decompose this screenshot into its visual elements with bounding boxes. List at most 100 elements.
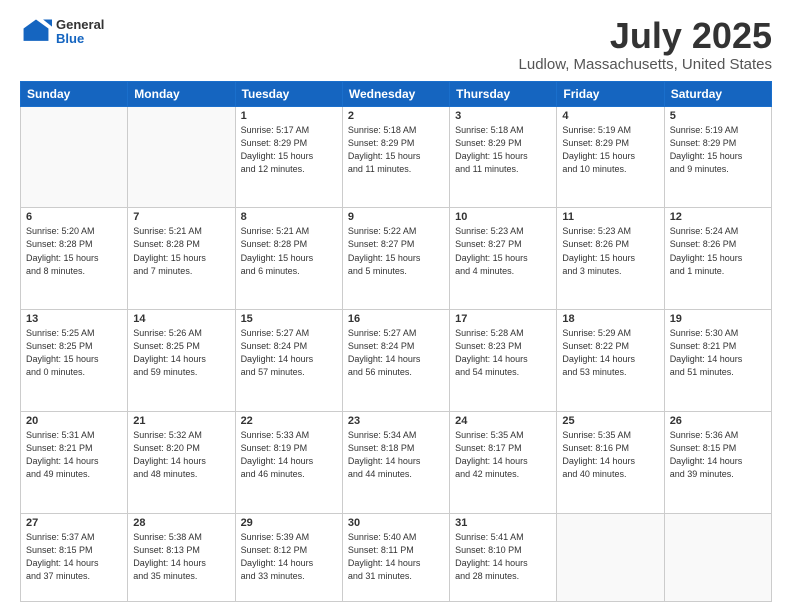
table-row: 26 Sunrise: 5:36 AMSunset: 8:15 PMDayligh… [664,412,771,514]
day-number: 17 [455,313,551,325]
logo: General Blue [20,16,104,48]
col-saturday: Saturday [664,81,771,106]
calendar-header-row: Sunday Monday Tuesday Wednesday Thursday… [21,81,772,106]
table-row [128,106,235,208]
day-number: 5 [670,110,766,122]
day-info: Sunrise: 5:40 AMSunset: 8:11 PMDaylight:… [348,531,444,583]
day-info: Sunrise: 5:21 AMSunset: 8:28 PMDaylight:… [133,225,229,277]
table-row: 16Sunrise: 5:27 AMSunset: 8:24 PMDayligh… [342,310,449,412]
day-number: 31 [455,517,551,529]
table-row: 7 Sunrise: 5:21 AMSunset: 8:28 PMDaylight… [128,208,235,310]
day-number: 14 [133,313,229,325]
table-row: 9 Sunrise: 5:22 AMSunset: 8:27 PMDaylight… [342,208,449,310]
logo-icon [20,16,52,48]
day-info: Sunrise: 5:41 AMSunset: 8:10 PMDaylight:… [455,531,551,583]
day-info: Sunrise: 5:19 AMSunset: 8:29 PMDaylight:… [562,124,658,176]
day-info: Sunrise: 5:27 AMSunset: 8:24 PMDaylight:… [241,327,337,379]
table-row: 5 Sunrise: 5:19 AMSunset: 8:29 PMDaylight… [664,106,771,208]
day-info: Sunrise: 5:29 AMSunset: 8:22 PMDaylight:… [562,327,658,379]
day-number: 19 [670,313,766,325]
day-number: 28 [133,517,229,529]
day-number: 6 [26,211,122,223]
logo-text: General Blue [56,18,104,47]
day-info: Sunrise: 5:32 AMSunset: 8:20 PMDaylight:… [133,429,229,481]
day-info: Sunrise: 5:30 AMSunset: 8:21 PMDaylight:… [670,327,766,379]
day-info: Sunrise: 5:38 AMSunset: 8:13 PMDaylight:… [133,531,229,583]
day-number: 1 [241,110,337,122]
table-row: 21 Sunrise: 5:32 AMSunset: 8:20 PMDayligh… [128,412,235,514]
col-sunday: Sunday [21,81,128,106]
table-row: 8 Sunrise: 5:21 AMSunset: 8:28 PMDaylight… [235,208,342,310]
day-info: Sunrise: 5:37 AMSunset: 8:15 PMDaylight:… [26,531,122,583]
table-row: 12 Sunrise: 5:24 AMSunset: 8:26 PMDayligh… [664,208,771,310]
table-row: 3Sunrise: 5:18 AMSunset: 8:29 PMDaylight… [450,106,557,208]
day-number: 8 [241,211,337,223]
day-info: Sunrise: 5:39 AMSunset: 8:12 PMDaylight:… [241,531,337,583]
table-row: 2 Sunrise: 5:18 AMSunset: 8:29 PMDaylight… [342,106,449,208]
table-row [21,106,128,208]
logo-general: General [56,18,104,32]
table-row [557,513,664,601]
day-info: Sunrise: 5:26 AMSunset: 8:25 PMDaylight:… [133,327,229,379]
table-row: 25 Sunrise: 5:35 AMSunset: 8:16 PMDayligh… [557,412,664,514]
table-row: 10 Sunrise: 5:23 AMSunset: 8:27 PMDayligh… [450,208,557,310]
day-info: Sunrise: 5:33 AMSunset: 8:19 PMDaylight:… [241,429,337,481]
title-location: Ludlow, Massachusetts, United States [519,56,772,73]
day-number: 11 [562,211,658,223]
col-thursday: Thursday [450,81,557,106]
day-info: Sunrise: 5:35 AMSunset: 8:17 PMDaylight:… [455,429,551,481]
day-number: 21 [133,415,229,427]
day-number: 26 [670,415,766,427]
day-number: 16 [348,313,444,325]
header: General Blue July 2025 Ludlow, Massachus… [20,16,772,73]
day-info: Sunrise: 5:23 AMSunset: 8:27 PMDaylight:… [455,225,551,277]
day-info: Sunrise: 5:35 AMSunset: 8:16 PMDaylight:… [562,429,658,481]
calendar-table: Sunday Monday Tuesday Wednesday Thursday… [20,81,772,602]
col-tuesday: Tuesday [235,81,342,106]
day-info: Sunrise: 5:17 AMSunset: 8:29 PMDaylight:… [241,124,337,176]
table-row: 23 Sunrise: 5:34 AMSunset: 8:18 PMDayligh… [342,412,449,514]
day-info: Sunrise: 5:36 AMSunset: 8:15 PMDaylight:… [670,429,766,481]
table-row: 15Sunrise: 5:27 AMSunset: 8:24 PMDayligh… [235,310,342,412]
table-row: 4Sunrise: 5:19 AMSunset: 8:29 PMDaylight… [557,106,664,208]
day-number: 18 [562,313,658,325]
day-info: Sunrise: 5:21 AMSunset: 8:28 PMDaylight:… [241,225,337,277]
day-number: 30 [348,517,444,529]
day-number: 25 [562,415,658,427]
day-info: Sunrise: 5:23 AMSunset: 8:26 PMDaylight:… [562,225,658,277]
day-info: Sunrise: 5:18 AMSunset: 8:29 PMDaylight:… [348,124,444,176]
day-info: Sunrise: 5:24 AMSunset: 8:26 PMDaylight:… [670,225,766,277]
day-info: Sunrise: 5:19 AMSunset: 8:29 PMDaylight:… [670,124,766,176]
day-number: 20 [26,415,122,427]
table-row: 13Sunrise: 5:25 AMSunset: 8:25 PMDayligh… [21,310,128,412]
col-friday: Friday [557,81,664,106]
table-row: 31 Sunrise: 5:41 AMSunset: 8:10 PMDayligh… [450,513,557,601]
page: General Blue July 2025 Ludlow, Massachus… [0,0,792,612]
day-number: 10 [455,211,551,223]
col-monday: Monday [128,81,235,106]
day-number: 24 [455,415,551,427]
table-row [664,513,771,601]
table-row: 19 Sunrise: 5:30 AMSunset: 8:21 PMDayligh… [664,310,771,412]
day-number: 23 [348,415,444,427]
table-row: 14 Sunrise: 5:26 AMSunset: 8:25 PMDayligh… [128,310,235,412]
table-row: 20Sunrise: 5:31 AMSunset: 8:21 PMDayligh… [21,412,128,514]
title-block: July 2025 Ludlow, Massachusetts, United … [519,16,772,73]
day-number: 13 [26,313,122,325]
day-number: 27 [26,517,122,529]
day-info: Sunrise: 5:34 AMSunset: 8:18 PMDaylight:… [348,429,444,481]
day-number: 9 [348,211,444,223]
day-number: 7 [133,211,229,223]
day-info: Sunrise: 5:22 AMSunset: 8:27 PMDaylight:… [348,225,444,277]
logo-blue: Blue [56,32,104,46]
table-row: 28 Sunrise: 5:38 AMSunset: 8:13 PMDayligh… [128,513,235,601]
day-number: 12 [670,211,766,223]
table-row: 24 Sunrise: 5:35 AMSunset: 8:17 PMDayligh… [450,412,557,514]
day-info: Sunrise: 5:28 AMSunset: 8:23 PMDaylight:… [455,327,551,379]
day-info: Sunrise: 5:18 AMSunset: 8:29 PMDaylight:… [455,124,551,176]
table-row: 22 Sunrise: 5:33 AMSunset: 8:19 PMDayligh… [235,412,342,514]
day-number: 22 [241,415,337,427]
table-row: 1 Sunrise: 5:17 AMSunset: 8:29 PMDaylight… [235,106,342,208]
day-number: 2 [348,110,444,122]
table-row: 18 Sunrise: 5:29 AMSunset: 8:22 PMDayligh… [557,310,664,412]
